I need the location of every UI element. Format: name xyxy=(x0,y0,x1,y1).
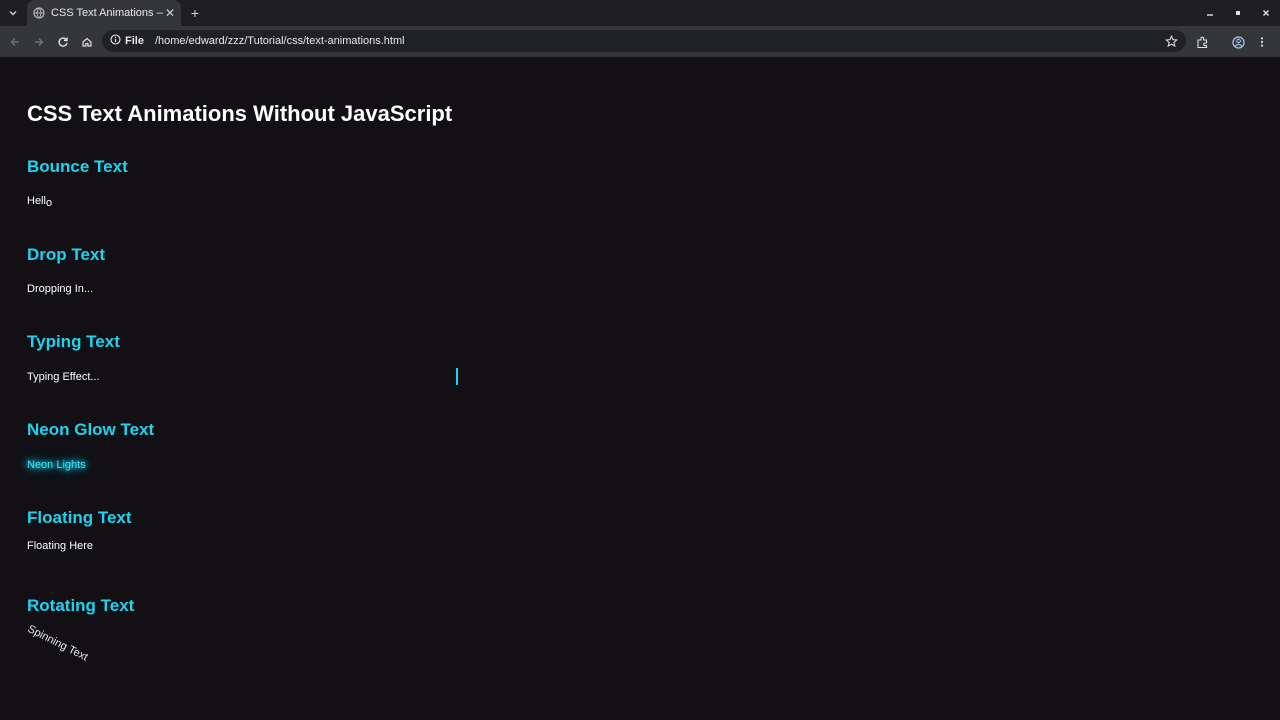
site-info-button[interactable]: File xyxy=(110,32,144,50)
minimize-icon[interactable] xyxy=(1196,0,1224,26)
browser-toolbar: File /home/edward/zzz/Tutorial/css/text-… xyxy=(0,26,1280,57)
tab-title: CSS Text Animations – xyxy=(51,7,163,19)
bounce-text: Hello xyxy=(27,195,53,209)
page-title: CSS Text Animations Without JavaScript xyxy=(27,101,453,126)
profile-avatar-icon[interactable] xyxy=(1226,30,1250,54)
bounce-heading: Bounce Text xyxy=(27,157,128,176)
browser-tab[interactable]: CSS Text Animations – ✕ xyxy=(27,0,181,26)
rotating-text: Spinning Text xyxy=(25,623,90,664)
floating-text: Floating Here xyxy=(27,540,94,552)
close-window-icon[interactable] xyxy=(1252,0,1280,26)
drop-heading: Drop Text xyxy=(27,245,106,264)
close-tab-icon[interactable]: ✕ xyxy=(163,6,177,20)
window-controls xyxy=(1196,0,1280,26)
neon-heading: Neon Glow Text xyxy=(27,420,155,439)
neon-text: Neon Lights xyxy=(27,459,86,471)
menu-kebab-icon[interactable] xyxy=(1250,30,1274,54)
info-icon xyxy=(110,34,121,48)
home-icon[interactable] xyxy=(75,30,99,54)
maximize-icon[interactable] xyxy=(1224,0,1252,26)
typing-heading: Typing Text xyxy=(27,332,120,351)
tab-strip: CSS Text Animations – ✕ + xyxy=(0,0,1280,26)
bounce-text-main: Hell xyxy=(27,195,46,207)
bounce-text-last-letter: o xyxy=(45,197,53,209)
back-arrow-icon[interactable] xyxy=(3,30,27,54)
drop-text: Dropping In... xyxy=(27,283,94,295)
tab-search-chevron-icon[interactable] xyxy=(5,4,21,22)
forward-arrow-icon[interactable] xyxy=(27,30,51,54)
new-tab-plus-icon[interactable]: + xyxy=(188,4,202,22)
url-text: /home/edward/zzz/Tutorial/css/text-anima… xyxy=(154,35,405,47)
extensions-puzzle-icon[interactable] xyxy=(1190,30,1214,54)
site-info-label: File xyxy=(125,35,144,47)
toolbar-right xyxy=(1190,30,1274,54)
bookmark-star-icon[interactable] xyxy=(1162,32,1180,50)
reload-icon[interactable] xyxy=(51,30,75,54)
floating-heading: Floating Text xyxy=(27,508,132,527)
typing-cursor xyxy=(456,368,458,385)
rotating-heading: Rotating Text xyxy=(27,596,135,615)
globe-icon xyxy=(33,7,45,19)
address-bar[interactable]: File /home/edward/zzz/Tutorial/css/text-… xyxy=(102,30,1186,52)
typing-text: Typing Effect... xyxy=(27,371,100,383)
